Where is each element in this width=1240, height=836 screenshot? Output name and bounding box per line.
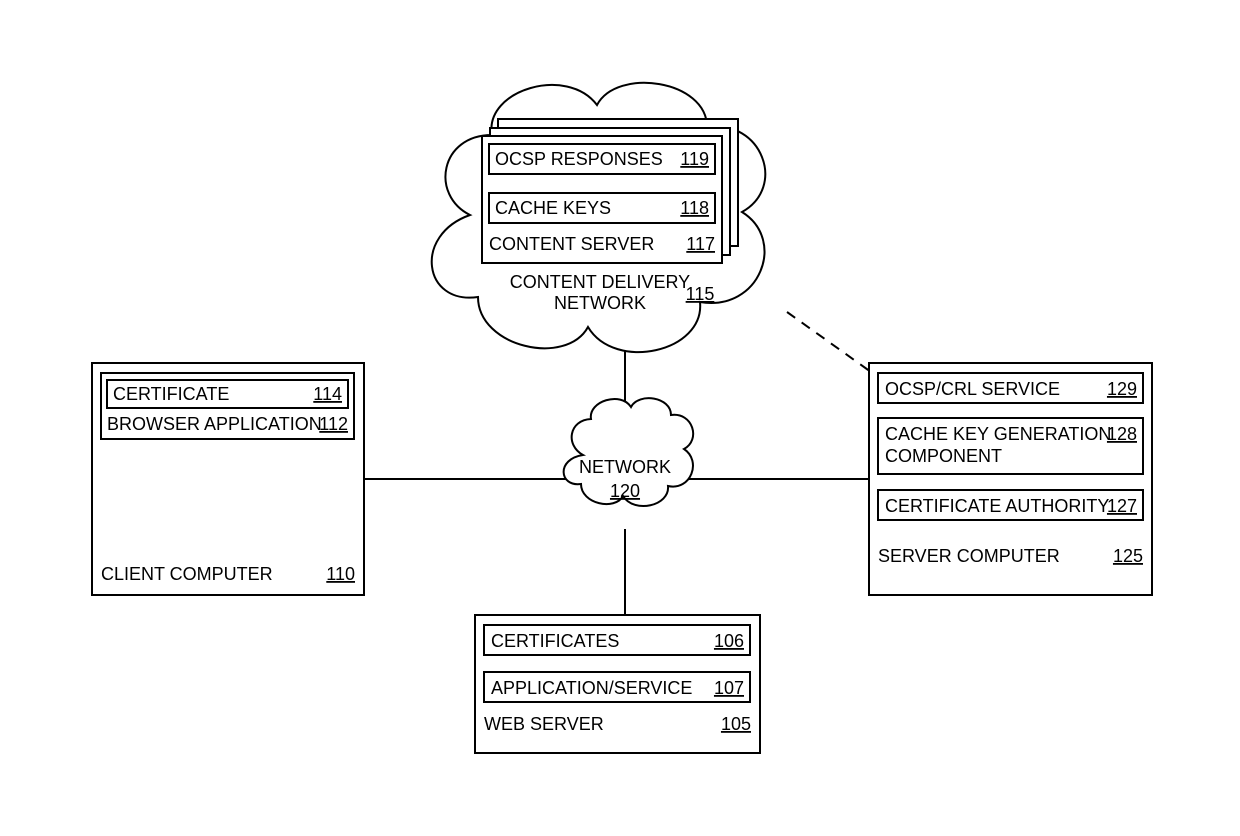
network-cloud: NETWORK 120 <box>564 398 694 506</box>
network-num: 120 <box>610 481 640 501</box>
content-server-label: CONTENT SERVER <box>489 234 654 254</box>
client-label: CLIENT COMPUTER <box>101 564 273 584</box>
cdn-num: 115 <box>686 284 715 304</box>
certificate-num: 114 <box>313 384 342 404</box>
cache-keys-label: CACHE KEYS <box>495 198 611 218</box>
web-server-label: WEB SERVER <box>484 714 604 734</box>
cdn-label2: NETWORK <box>554 293 646 313</box>
cache-keys-num: 118 <box>680 198 709 218</box>
browser-num: 112 <box>319 414 348 434</box>
server-computer-num: 125 <box>1113 546 1143 566</box>
cache-key-gen-num: 128 <box>1107 424 1137 444</box>
cdn-cloud: CACHE KEYS 118 OCSP RESPONSES 119 CONTEN… <box>432 83 766 352</box>
link-cdn-server <box>787 312 871 372</box>
ocsp-responses-label: OCSP RESPONSES <box>495 149 663 169</box>
application-service-label: APPLICATION/SERVICE <box>491 678 692 698</box>
certificates-label: CERTIFICATES <box>491 631 619 651</box>
ocsp-crl-service-label: OCSP/CRL SERVICE <box>885 379 1060 399</box>
cache-key-gen-label1: CACHE KEY GENERATION <box>885 424 1111 444</box>
web-server-box: CERTIFICATES 106 APPLICATION/SERVICE 107… <box>475 615 760 753</box>
browser-label: BROWSER APPLICATION <box>107 414 322 434</box>
client-num: 110 <box>326 564 355 584</box>
content-server-num: 117 <box>686 234 715 254</box>
certificate-label: CERTIFICATE <box>113 384 229 404</box>
application-service-num: 107 <box>714 678 744 698</box>
ocsp-crl-service-num: 129 <box>1107 379 1137 399</box>
cdn-label1: CONTENT DELIVERY <box>510 272 690 292</box>
certificate-authority-label: CERTIFICATE AUTHORITY <box>885 496 1109 516</box>
server-computer-label: SERVER COMPUTER <box>878 546 1060 566</box>
web-server-num: 105 <box>721 714 751 734</box>
cache-key-gen-label2: COMPONENT <box>885 446 1002 466</box>
server-computer-box: OCSP/CRL SERVICE 129 CACHE KEY GENERATIO… <box>869 363 1152 595</box>
diagram: NETWORK 120 CACHE KEYS 118 OCSP RESPONSE… <box>0 0 1240 836</box>
certificate-authority-num: 127 <box>1107 496 1137 516</box>
network-label: NETWORK <box>579 457 671 477</box>
client-computer-box: CERTIFICATE 114 BROWSER APPLICATION 112 … <box>92 363 364 595</box>
certificates-num: 106 <box>714 631 744 651</box>
ocsp-responses-num: 119 <box>680 149 709 169</box>
